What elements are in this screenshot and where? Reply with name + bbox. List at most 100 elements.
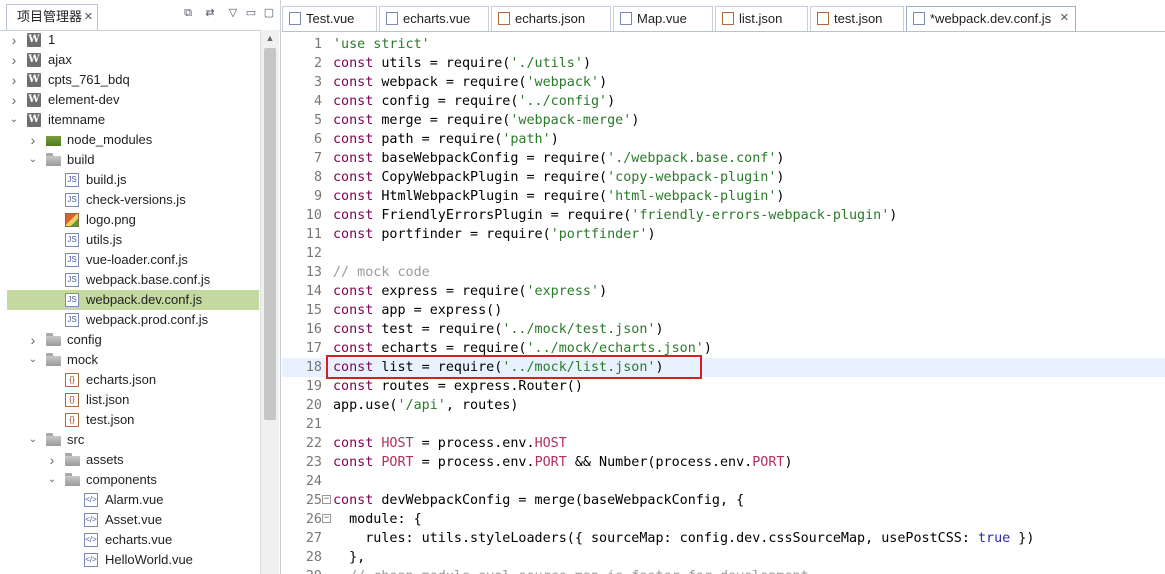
fold-toggle-icon[interactable]: − (322, 514, 331, 523)
editor-tab[interactable]: echarts.vue (379, 6, 489, 31)
code-line[interactable]: 26− module: { (282, 510, 1165, 529)
editor-tab[interactable]: echarts.json (491, 6, 611, 31)
chevron-right-icon[interactable]: › (28, 130, 38, 150)
close-icon[interactable]: ✕ (84, 5, 93, 29)
code-line[interactable]: 1 'use strict' (282, 35, 1165, 54)
code-line[interactable]: 19 const routes = express.Router() (282, 377, 1165, 396)
tree-item[interactable]: ⌄ build (7, 150, 259, 170)
link-with-editor-icon[interactable]: ⇄ (203, 6, 217, 20)
maximize-icon[interactable]: ▢ (262, 6, 276, 20)
project-explorer-tab[interactable]: 项目管理器 ✕ (6, 4, 98, 30)
code-line[interactable]: 13 // mock code (282, 263, 1165, 282)
line-number: 5 (313, 113, 322, 128)
tree-item[interactable]: JS vue-loader.conf.js (7, 250, 259, 270)
tree-scrollbar[interactable]: ▲ (260, 30, 279, 574)
tree-item[interactable]: </> Alarm.vue (7, 490, 259, 510)
vue-file-icon: </> (84, 513, 98, 527)
chevron-down-icon[interactable]: ⌄ (47, 470, 57, 490)
tree-item[interactable]: {} test.json (7, 410, 259, 430)
tree-item[interactable]: › node_modules (7, 130, 259, 150)
chevron-down-icon[interactable]: ⌄ (9, 110, 19, 130)
chevron-right-icon[interactable]: › (9, 90, 19, 110)
close-tab-icon[interactable]: ✕ (1060, 7, 1069, 30)
tree-item[interactable]: JS utils.js (7, 230, 259, 250)
tree-item[interactable]: {} echarts.json (7, 370, 259, 390)
tree-item[interactable]: › config (7, 330, 259, 350)
code-line[interactable]: 29 // cheap-module-eval-source-map is fa… (282, 567, 1165, 574)
tree-item[interactable]: › Welement-dev (7, 90, 259, 110)
code-line[interactable]: 22 const HOST = process.env.HOST (282, 434, 1165, 453)
tree-item[interactable]: › assets (7, 450, 259, 470)
fold-toggle-icon[interactable]: − (322, 495, 331, 504)
tree-item[interactable]: JS webpack.base.conf.js (7, 270, 259, 290)
code-line[interactable]: 5 const merge = require('webpack-merge') (282, 111, 1165, 130)
editor-tab[interactable]: Test.vue (282, 6, 377, 31)
editor-tab[interactable]: *webpack.dev.conf.js ✕ (906, 6, 1076, 31)
line-number: 11 (305, 227, 322, 242)
code-line[interactable]: 3 const webpack = require('webpack') (282, 73, 1165, 92)
chevron-down-icon[interactable]: ⌄ (28, 350, 38, 370)
code-line[interactable]: 6 const path = require('path') (282, 130, 1165, 149)
code-line[interactable]: 8 const CopyWebpackPlugin = require('copy… (282, 168, 1165, 187)
line-number: 22 (305, 436, 322, 451)
code-line[interactable]: 25− const devWebpackConfig = merge(baseWe… (282, 491, 1165, 510)
tree-item[interactable]: logo.png (7, 210, 259, 230)
code-line[interactable]: 20 app.use('/api', routes) (282, 396, 1165, 415)
code-line[interactable]: 7 const baseWebpackConfig = require('./we… (282, 149, 1165, 168)
line-number: 8 (313, 170, 322, 185)
code-line[interactable]: 21 (282, 415, 1165, 434)
code-line[interactable]: 10 const FriendlyErrorsPlugin = require('… (282, 206, 1165, 225)
code-line[interactable]: 27 rules: utils.styleLoaders({ sourceMap… (282, 529, 1165, 548)
tree-item-label: components (86, 472, 157, 487)
code-line[interactable]: 11 const portfinder = require('portfinder… (282, 225, 1165, 244)
code-area[interactable]: 1 'use strict' 2 const utils = require('./u… (282, 32, 1165, 574)
tree-item[interactable]: ⌄ Witemname (7, 110, 259, 130)
tree-item[interactable]: ⌄ components (7, 470, 259, 490)
tree-item[interactable]: JS webpack.prod.conf.js (7, 310, 259, 330)
chevron-right-icon[interactable]: › (9, 50, 19, 70)
chevron-right-icon[interactable]: › (47, 450, 57, 470)
line-number: 26 (305, 512, 322, 527)
code-line[interactable]: 9 const HtmlWebpackPlugin = require('html… (282, 187, 1165, 206)
tree-item[interactable]: › Wajax (7, 50, 259, 70)
scrollbar-thumb[interactable] (264, 48, 276, 420)
tree-item[interactable]: JS build.js (7, 170, 259, 190)
code-line[interactable]: 12 (282, 244, 1165, 263)
chevron-right-icon[interactable]: › (9, 30, 19, 50)
editor-tab[interactable]: test.json (810, 6, 904, 31)
line-number: 4 (313, 94, 322, 109)
code-line[interactable]: 15 const app = express() (282, 301, 1165, 320)
tree-item[interactable]: ⌄ mock (7, 350, 259, 370)
code-line[interactable]: 24 (282, 472, 1165, 491)
code-line[interactable]: 23 const PORT = process.env.PORT && Numbe… (282, 453, 1165, 472)
tree-item[interactable]: </> Asset.vue (7, 510, 259, 530)
code-line[interactable]: 2 const utils = require('./utils') (282, 54, 1165, 73)
tree-item[interactable]: </> echarts.vue (7, 530, 259, 550)
code-line[interactable]: 16 const test = require('../mock/test.jso… (282, 320, 1165, 339)
line-number: 10 (305, 208, 322, 223)
code-line[interactable]: 14 const express = require('express') (282, 282, 1165, 301)
tree-item[interactable]: JS check-versions.js (7, 190, 259, 210)
code-line[interactable]: 4 const config = require('../config') (282, 92, 1165, 111)
scroll-up-arrow-icon[interactable]: ▲ (261, 30, 279, 46)
tree-item[interactable]: </> HelloWorld.vue (7, 550, 259, 570)
chevron-right-icon[interactable]: › (28, 330, 38, 350)
chevron-down-icon[interactable]: ⌄ (28, 150, 38, 170)
tree-item-label: Asset.vue (105, 512, 163, 527)
tree-item[interactable]: {} list.json (7, 390, 259, 410)
tree-item[interactable]: JS webpack.dev.conf.js (7, 290, 259, 310)
chevron-right-icon[interactable]: › (9, 70, 19, 90)
tree-item-label: assets (86, 452, 124, 467)
collapse-all-icon[interactable]: ⧉ (181, 6, 195, 20)
chevron-down-icon[interactable]: ⌄ (28, 430, 38, 450)
view-menu-icon[interactable]: ▽ (226, 6, 240, 20)
tree-item[interactable]: ⌄ src (7, 430, 259, 450)
minimize-icon[interactable]: ▭ (244, 6, 258, 20)
code-text: const baseWebpackConfig = require('./web… (333, 151, 785, 166)
editor-tab[interactable]: list.json (715, 6, 808, 31)
line-number: 19 (305, 379, 322, 394)
code-line[interactable]: 28 }, (282, 548, 1165, 567)
tree-item[interactable]: › Wcpts_761_bdq (7, 70, 259, 90)
editor-tab[interactable]: Map.vue (613, 6, 713, 31)
tree-item[interactable]: › W 1 (7, 30, 259, 50)
